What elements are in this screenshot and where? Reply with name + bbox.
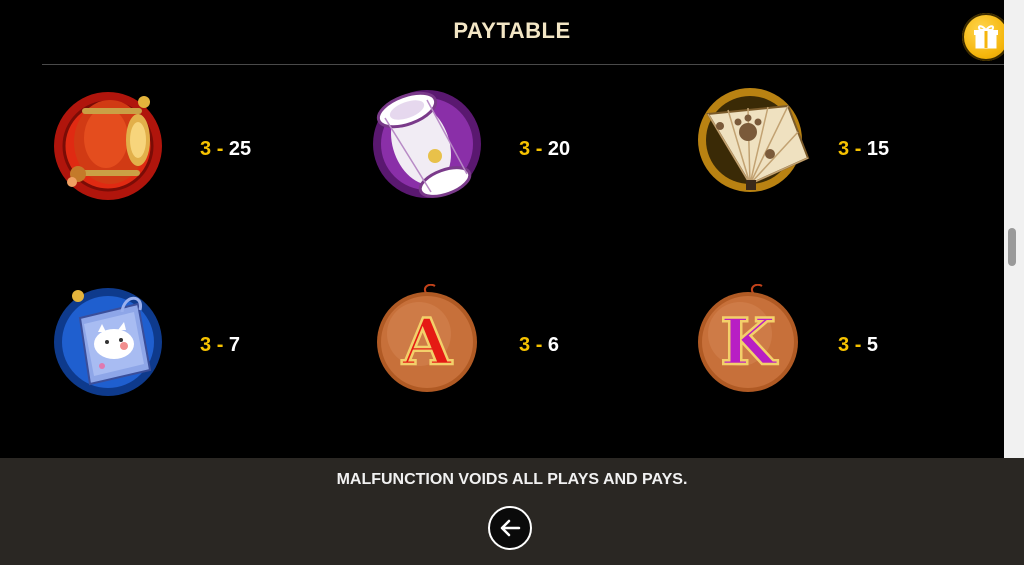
payout-value: 7 [228, 334, 241, 356]
letter-k-icon: K [698, 284, 798, 392]
payout-label: 3 - 25 [200, 138, 252, 160]
payout-label: 3 - 7 [200, 334, 241, 356]
letter-a-icon: A [377, 284, 477, 392]
gift-button[interactable] [962, 13, 1010, 61]
symbol-a: A 3 - 6 [371, 284, 671, 414]
back-button[interactable] [488, 506, 532, 550]
payout-label: 3 - 15 [838, 138, 890, 160]
gift-icon [974, 25, 998, 49]
payout-value: 20 [547, 138, 571, 160]
symbol-k: K 3 - 5 [690, 284, 990, 414]
letter-k-glyph: K [720, 305, 778, 380]
fan-icon [698, 88, 810, 192]
symbol-lantern: 3 - 25 [52, 88, 352, 218]
lantern-icon [54, 92, 162, 200]
cat-charm-icon [54, 288, 162, 396]
paytable-page: PAYTABLE 3 - 25 3 - 20 3 - 15 3 - 7 A 3 … [0, 0, 1024, 565]
page-title: PAYTABLE [453, 18, 571, 43]
symbol-drum: 3 - 20 [371, 88, 671, 218]
scrollbar-thumb[interactable] [1008, 228, 1016, 266]
letter-a-glyph: A [401, 305, 453, 380]
drum-icon [373, 90, 481, 198]
symbol-charm: 3 - 7 [52, 284, 352, 414]
back-arrow-icon [500, 519, 521, 537]
payout-value: 15 [866, 138, 890, 160]
payout-label: 3 - 6 [519, 334, 560, 356]
payout-label: 3 - 20 [519, 138, 571, 160]
payout-value: 6 [547, 334, 560, 356]
title-divider [42, 64, 1004, 65]
malfunction-disclaimer: MALFUNCTION VOIDS ALL PLAYS AND PAYS. [336, 471, 688, 488]
symbol-fan: 3 - 15 [690, 88, 990, 218]
payout-value: 25 [228, 138, 252, 160]
payout-value: 5 [866, 334, 879, 356]
payout-label: 3 - 5 [838, 334, 879, 356]
